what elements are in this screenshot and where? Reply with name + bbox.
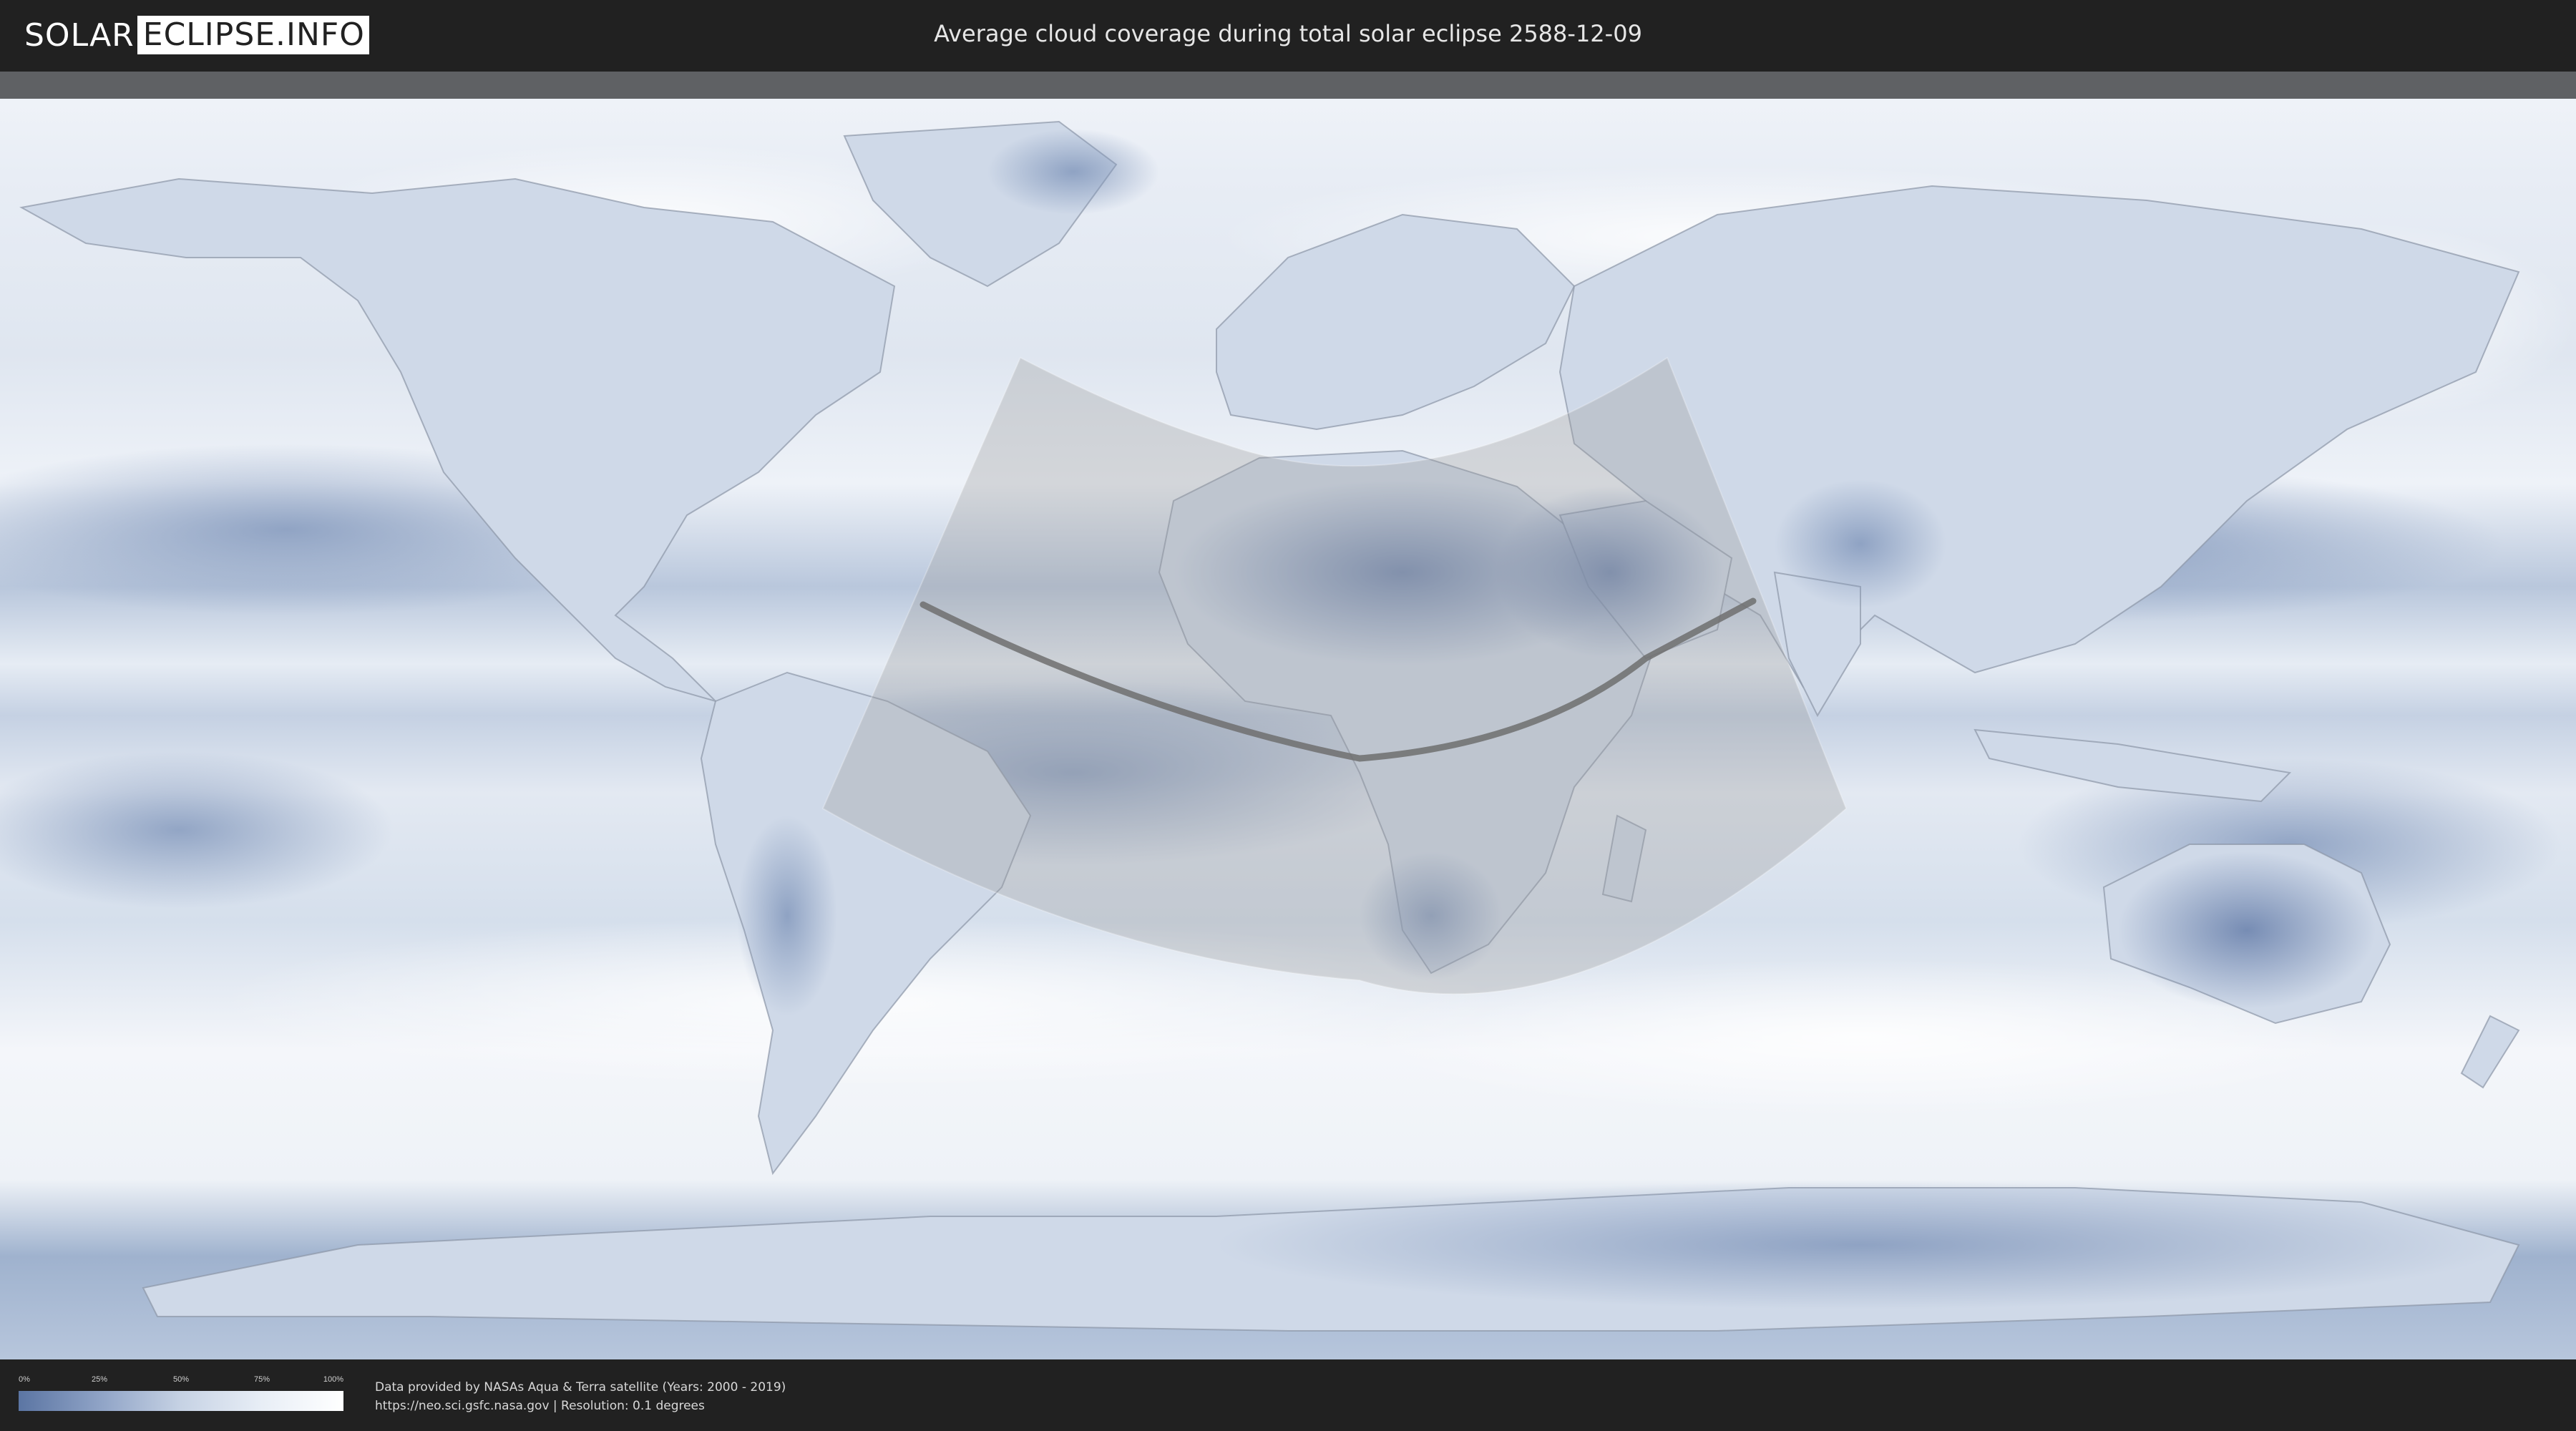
legend-tick-75: 75% [253,1375,270,1384]
cloud-coverage-legend: 0% 25% 50% 75% 100% [19,1375,343,1415]
footer-bar: 0% 25% 50% 75% 100% Data provided by NAS… [0,1359,2576,1431]
map-top-strip [0,72,2576,99]
page-title: Average cloud coverage during total sola… [934,20,1642,47]
header-bar: SOLAR ECLIPSE.INFO Average cloud coverag… [0,0,2576,72]
legend-tick-100: 100% [323,1375,344,1384]
legend-tick-50: 50% [172,1375,190,1384]
legend-tick-0: 0% [19,1375,30,1384]
cloud-coverage-map[interactable] [0,72,2576,1359]
legend-color-bar [19,1391,343,1411]
credit-line-1: Data provided by NASAs Aqua & Terra sate… [375,1380,786,1395]
data-credits: Data provided by NASAs Aqua & Terra sate… [375,1378,786,1415]
credit-line-2[interactable]: https://neo.sci.gsfc.nasa.gov | Resoluti… [375,1397,786,1415]
world-map-svg [0,72,2576,1359]
legend-tick-25: 25% [91,1375,108,1384]
page: SOLAR ECLIPSE.INFO Average cloud coverag… [0,0,2576,1431]
legend-ticks: 0% 25% 50% 75% 100% [19,1375,343,1387]
